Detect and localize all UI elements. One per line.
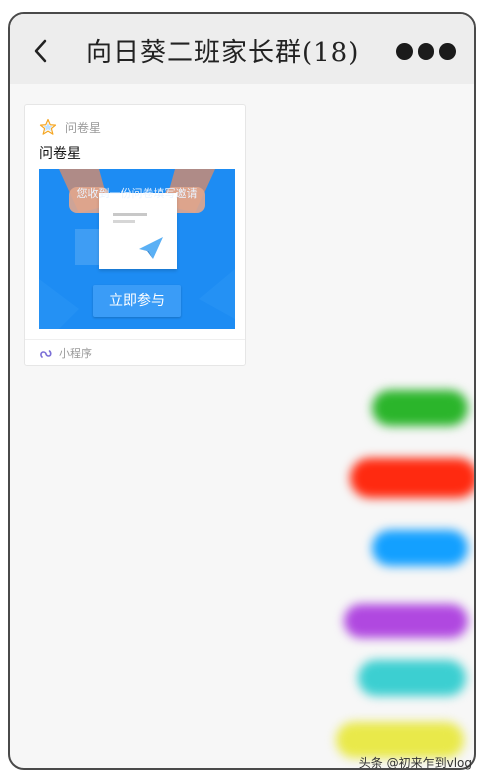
more-button[interactable] xyxy=(396,42,457,60)
questionnaire-paper xyxy=(99,193,177,269)
join-button[interactable]: 立即参与 xyxy=(93,285,181,317)
mini-program-label: 小程序 xyxy=(59,346,92,360)
phone-frame: 向日葵二班家长群(18) 问卷星 问卷星 您收到一份问卷填写邀请 立即参与 小程… xyxy=(8,12,476,770)
watermark: 头条 @初来乍到vlog xyxy=(358,756,472,770)
card-preview-image: 您收到一份问卷填写邀请 立即参与 xyxy=(39,169,235,329)
green-message-bubble-blurred xyxy=(372,390,468,426)
card-title: 问卷星 xyxy=(39,146,81,162)
card-source: 问卷星 xyxy=(39,117,101,137)
mini-program-card[interactable]: 问卷星 问卷星 您收到一份问卷填写邀请 立即参与 小程序 xyxy=(24,104,246,366)
card-footer: 小程序 xyxy=(25,339,245,365)
purple-message-bubble-blurred xyxy=(344,604,468,638)
invite-caption: 您收到一份问卷填写邀请 xyxy=(76,187,198,200)
teal-message-bubble-blurred xyxy=(358,660,466,696)
back-button[interactable] xyxy=(30,36,52,66)
more-dots-icon xyxy=(396,42,413,60)
red-message-bubble-blurred xyxy=(350,458,474,498)
chevron-left-icon xyxy=(34,39,47,63)
mini-program-icon xyxy=(40,349,52,358)
card-source-label: 问卷星 xyxy=(65,120,102,135)
blue-message-bubble-blurred xyxy=(372,530,468,566)
paper-plane-icon xyxy=(113,213,163,259)
chat-title: 向日葵二班家长群(18) xyxy=(86,38,360,68)
star-icon xyxy=(39,118,57,135)
chat-header: 向日葵二班家长群(18) xyxy=(10,14,474,84)
yellow-message-bubble-blurred xyxy=(336,722,464,758)
